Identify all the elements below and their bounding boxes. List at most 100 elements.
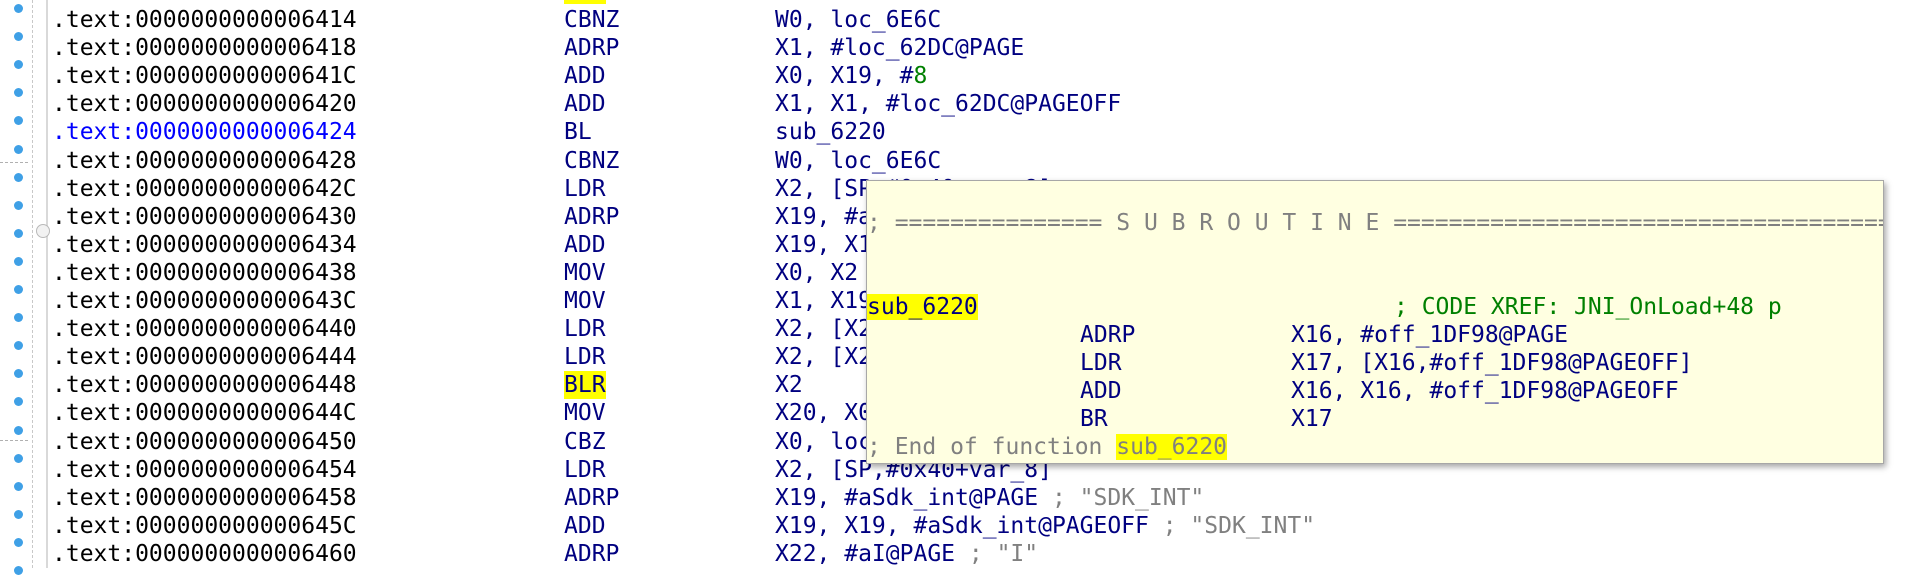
- flow-dot-icon: [14, 341, 23, 351]
- instruction-operands[interactable]: X22, #aI@PAGE ; "I": [775, 540, 1038, 568]
- instruction-mnemonic[interactable]: ADRP: [564, 540, 619, 568]
- instruction-address[interactable]: .text:0000000000006438: [52, 259, 357, 287]
- instruction-operands[interactable]: W0, loc_6E6C: [775, 6, 941, 34]
- instruction-mnemonic[interactable]: BLR: [564, 371, 606, 400]
- instruction-address[interactable]: .text:000000000000641C: [52, 62, 357, 90]
- instruction-address[interactable]: .text:0000000000006440: [52, 315, 357, 343]
- popup-instruction-operands: X17: [1291, 406, 1333, 432]
- operand-comment: ; "SDK_INT": [1051, 484, 1205, 511]
- highlight-fragment: [564, 0, 606, 4]
- flow-dot-icon: [14, 144, 23, 154]
- flow-dot-icon: [14, 200, 23, 210]
- instruction-address[interactable]: .text:000000000000643C: [52, 287, 357, 315]
- instruction-address[interactable]: .text:000000000000645C: [52, 512, 357, 540]
- flow-dot-icon: [14, 116, 23, 126]
- flow-dot-icon: [14, 369, 23, 379]
- operand-text: X19, X19, #aSdk_int@PAGEOFF: [775, 512, 1163, 539]
- operand-text: sub_6220: [775, 119, 886, 146]
- flow-dot-icon: [14, 285, 23, 294]
- instruction-address[interactable]: .text:0000000000006420: [52, 90, 357, 118]
- operand-text: X0, X2: [775, 259, 859, 286]
- instruction-address[interactable]: .text:0000000000006434: [52, 231, 357, 259]
- instruction-address[interactable]: .text:0000000000006424: [52, 118, 357, 146]
- operand-text: W0, loc_6E6C: [775, 147, 942, 174]
- instruction-mnemonic[interactable]: CBZ: [564, 428, 606, 456]
- instruction-mnemonic[interactable]: LDR: [564, 456, 606, 484]
- subroutine-hint-popup: ; =============== S U B R O U T I N E ==…: [866, 180, 1884, 464]
- operand-text: X1, X19: [775, 288, 872, 314]
- flow-dot-icon: [14, 509, 23, 519]
- instruction-operands[interactable]: X20, X0: [775, 399, 872, 427]
- instruction-operands[interactable]: W0, loc_6E6C: [775, 147, 941, 175]
- operand-comment: ; "I": [968, 540, 1039, 567]
- instruction-mnemonic[interactable]: LDR: [564, 315, 606, 343]
- flow-dot-icon: [14, 172, 23, 182]
- gutter: [0, 0, 50, 575]
- instruction-mnemonic[interactable]: MOV: [564, 399, 606, 427]
- instruction-address[interactable]: .text:0000000000006460: [52, 540, 357, 568]
- popup-instruction-mnemonic: LDR: [1080, 350, 1122, 376]
- instruction-mnemonic[interactable]: CBNZ: [564, 6, 619, 34]
- instruction-mnemonic[interactable]: ADRP: [564, 203, 619, 231]
- operand-text: X1, X1, #loc_62DC@PAGEOFF: [775, 91, 1122, 118]
- instruction-address[interactable]: .text:0000000000006430: [52, 203, 357, 231]
- flow-dot-icon: [14, 228, 23, 238]
- operand-text: W0, loc_6E6C: [775, 7, 942, 33]
- operand-number: 8: [913, 63, 928, 90]
- xref-comment: ; CODE XREF: JNI_OnLoad+48 p: [1394, 294, 1782, 320]
- instruction-mnemonic[interactable]: MOV: [564, 287, 606, 315]
- instruction-operands[interactable]: X1, #loc_62DC@PAGE: [775, 34, 1024, 62]
- instruction-address[interactable]: .text:0000000000006458: [52, 484, 357, 512]
- instruction-operands[interactable]: X0, X2: [775, 259, 858, 287]
- function-name: sub_6220: [867, 294, 978, 320]
- flow-dot-icon: [14, 481, 23, 491]
- instruction-operands[interactable]: X19, #aSdk_int@PAGE ; "SDK_INT": [775, 484, 1204, 512]
- popup-instruction-operands: X16, #off_1DF98@PAGE: [1291, 322, 1568, 348]
- instruction-address[interactable]: .text:000000000000644C: [52, 399, 357, 427]
- operand-text: X19, #aSdk_int@PAGE: [775, 484, 1052, 511]
- flow-dot-icon: [14, 4, 23, 13]
- instruction-operands[interactable]: X0, X19, #8: [775, 62, 927, 90]
- popup-instruction-mnemonic: BR: [1080, 406, 1108, 432]
- instruction-mnemonic[interactable]: LDR: [564, 175, 606, 203]
- instruction-operands[interactable]: X19, X19, #aSdk_int@PAGEOFF ; "SDK_INT": [775, 512, 1315, 540]
- instruction-mnemonic[interactable]: ADRP: [564, 34, 619, 62]
- popup-instruction-mnemonic: ADRP: [1080, 322, 1136, 348]
- instruction-mnemonic[interactable]: ADD: [564, 90, 606, 118]
- instruction-address[interactable]: .text:0000000000006444: [52, 343, 357, 371]
- flow-dot-icon: [14, 566, 23, 575]
- instruction-operands[interactable]: sub_6220: [775, 118, 886, 146]
- instruction-operands[interactable]: X2: [775, 371, 803, 399]
- flow-dot-icon: [14, 397, 23, 407]
- instruction-mnemonic[interactable]: MOV: [564, 259, 606, 287]
- instruction-address[interactable]: .text:0000000000006428: [52, 147, 357, 175]
- operand-text: X1, #loc_62DC@PAGE: [775, 35, 1025, 62]
- gutter-tick: [0, 440, 28, 441]
- instruction-address[interactable]: .text:0000000000006454: [52, 456, 357, 484]
- flow-dot-icon: [14, 425, 23, 435]
- flow-dot-icon: [14, 32, 23, 42]
- instruction-address[interactable]: .text:0000000000006414: [52, 6, 357, 34]
- instruction-mnemonic[interactable]: BL: [564, 118, 592, 146]
- breakpoint-marker-icon[interactable]: [36, 224, 50, 238]
- instruction-mnemonic[interactable]: ADD: [564, 512, 606, 540]
- operand-text: X20, X0: [775, 400, 872, 427]
- flow-dot-icon: [14, 60, 23, 70]
- popup-function-label: sub_6220: [867, 293, 978, 321]
- flow-dot-icon: [14, 256, 23, 266]
- instruction-mnemonic[interactable]: ADD: [564, 62, 606, 90]
- subroutine-separator: ; =============== S U B R O U T I N E ==…: [867, 210, 1884, 236]
- instruction-address[interactable]: .text:000000000000642C: [52, 175, 357, 203]
- instruction-mnemonic[interactable]: ADD: [564, 231, 606, 259]
- instruction-address[interactable]: .text:0000000000006418: [52, 34, 357, 62]
- popup-instruction-operands: X16, X16, #off_1DF98@PAGEOFF: [1291, 378, 1679, 404]
- operand-text: X22, #aI@PAGE: [775, 540, 969, 567]
- flow-dot-icon: [14, 313, 23, 323]
- instruction-operands[interactable]: X1, X19: [775, 287, 872, 315]
- instruction-mnemonic[interactable]: LDR: [564, 343, 606, 371]
- instruction-address[interactable]: .text:0000000000006450: [52, 428, 357, 456]
- instruction-mnemonic[interactable]: ADRP: [564, 484, 619, 512]
- instruction-mnemonic[interactable]: CBNZ: [564, 147, 619, 175]
- instruction-address[interactable]: .text:0000000000006448: [52, 371, 357, 399]
- instruction-operands[interactable]: X1, X1, #loc_62DC@PAGEOFF: [775, 90, 1121, 118]
